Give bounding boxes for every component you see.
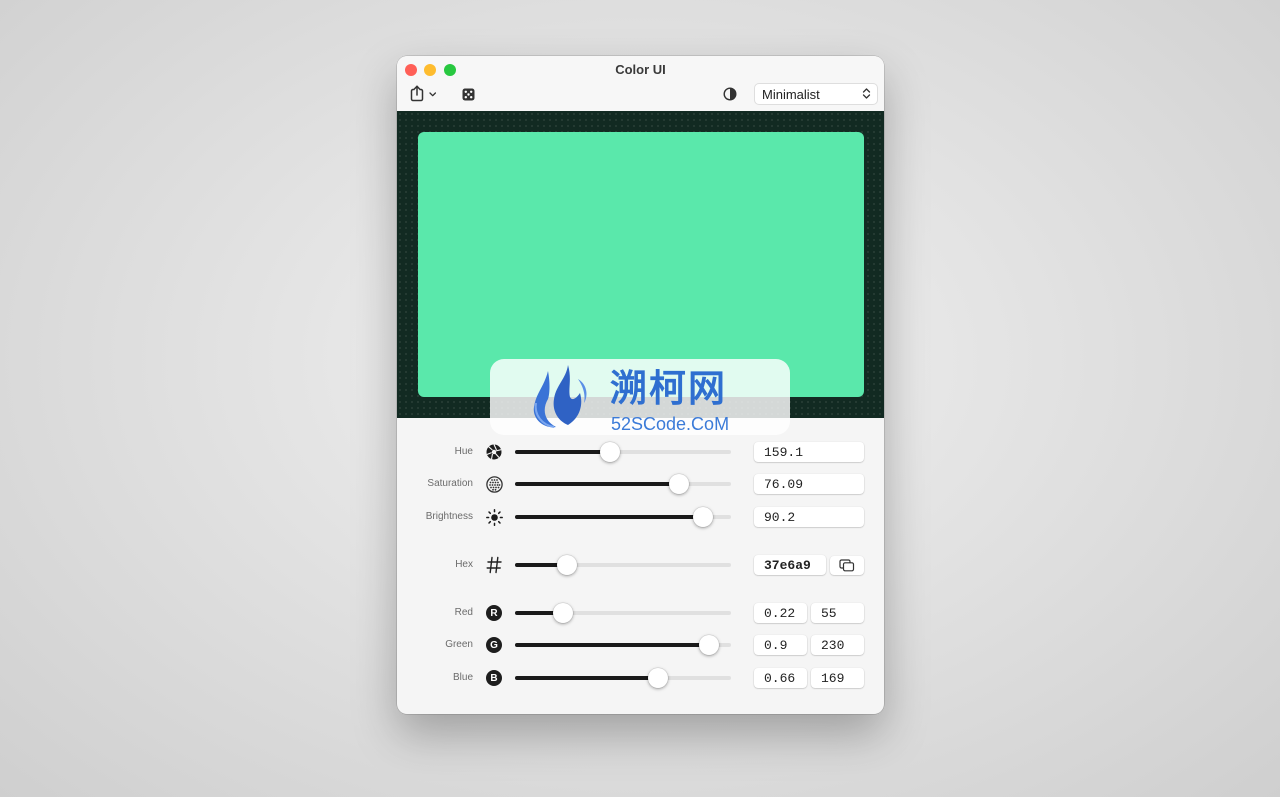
flame-logo-icon bbox=[533, 365, 587, 428]
blue-slider-fill bbox=[515, 676, 658, 680]
color-swatch bbox=[418, 132, 864, 397]
share-menu-button[interactable] bbox=[410, 85, 440, 103]
hex-slider-thumb[interactable] bbox=[556, 555, 577, 575]
hue-value-field[interactable]: 159.1 bbox=[754, 442, 864, 462]
randomize-button[interactable] bbox=[461, 87, 475, 101]
red-badge-icon: R bbox=[486, 605, 502, 621]
blue-icon-wrap: B bbox=[485, 669, 503, 687]
watermark: 溯柯网 52SCode.CoM bbox=[490, 359, 790, 435]
style-select-value: Minimalist bbox=[762, 86, 820, 102]
brightness-label: Brightness bbox=[425, 511, 473, 522]
brightness-value-field[interactable]: 90.2 bbox=[754, 507, 864, 527]
aperture-icon bbox=[486, 444, 502, 460]
green-label: Green bbox=[445, 639, 473, 650]
contrast-icon bbox=[723, 87, 737, 101]
green-badge-icon: G bbox=[486, 637, 502, 653]
hue-slider[interactable] bbox=[515, 442, 731, 462]
saturation-value-field[interactable]: 76.09 bbox=[754, 474, 864, 494]
window-title: Color UI bbox=[615, 62, 666, 77]
red-icon-wrap: R bbox=[485, 604, 503, 622]
brightness-slider-fill bbox=[515, 515, 703, 519]
dice-icon bbox=[462, 88, 474, 100]
color-ui-window: Color UI Minimalist Hue 159.1 Saturation… bbox=[397, 56, 884, 714]
hex-value-field[interactable]: 37e6a9 bbox=[754, 555, 826, 575]
title-bar: Color UI Minimalist bbox=[397, 56, 884, 112]
green-value-field[interactable]: 230 bbox=[811, 635, 864, 655]
hue-slider-fill bbox=[515, 450, 611, 454]
share-icon bbox=[410, 85, 437, 102]
blue-value-field[interactable]: 169 bbox=[811, 668, 864, 688]
red-slider[interactable] bbox=[515, 603, 731, 623]
brightness-slider[interactable] bbox=[515, 507, 731, 527]
red-value-field[interactable]: 55 bbox=[811, 603, 864, 623]
hex-slider[interactable] bbox=[515, 555, 731, 575]
saturation-slider[interactable] bbox=[515, 474, 731, 494]
green-icon-wrap: G bbox=[485, 636, 503, 654]
saturation-icon-wrap bbox=[485, 475, 503, 493]
copy-hex-button[interactable] bbox=[830, 556, 864, 575]
dotted-circle-icon bbox=[485, 475, 503, 493]
blue-label: Blue bbox=[452, 672, 473, 683]
green-slider-fill bbox=[515, 643, 710, 647]
hue-icon-wrap bbox=[485, 443, 503, 461]
blue-badge-icon: B bbox=[486, 670, 502, 686]
watermark-subtitle: 52SCode.CoM bbox=[611, 414, 730, 434]
saturation-slider-thumb[interactable] bbox=[669, 474, 690, 494]
green-slider-thumb[interactable] bbox=[699, 635, 720, 655]
blue-fraction-field[interactable]: 0.66 bbox=[754, 668, 807, 688]
green-slider[interactable] bbox=[515, 635, 731, 655]
blue-slider[interactable] bbox=[515, 668, 731, 688]
appearance-toggle-button[interactable] bbox=[722, 86, 738, 102]
hue-slider-thumb[interactable] bbox=[600, 442, 621, 462]
red-label: Red bbox=[454, 607, 473, 618]
brightness-icon-wrap bbox=[485, 508, 503, 526]
brightness-slider-thumb[interactable] bbox=[692, 507, 713, 527]
hex-label: Hex bbox=[455, 559, 473, 570]
saturation-slider-fill bbox=[515, 482, 680, 486]
copy-icon bbox=[839, 559, 855, 572]
watermark-title: 溯柯网 bbox=[610, 368, 727, 409]
sun-icon bbox=[485, 508, 503, 526]
blue-slider-thumb[interactable] bbox=[647, 668, 668, 688]
chevron-up-down-icon bbox=[862, 88, 871, 99]
red-fraction-field[interactable]: 0.22 bbox=[754, 603, 807, 623]
style-select[interactable]: Minimalist bbox=[754, 83, 878, 105]
hex-icon-wrap bbox=[485, 556, 503, 574]
red-slider-thumb[interactable] bbox=[552, 603, 573, 623]
hash-icon bbox=[486, 556, 502, 574]
hue-label: Hue bbox=[454, 446, 473, 457]
green-fraction-field[interactable]: 0.9 bbox=[754, 635, 807, 655]
saturation-label: Saturation bbox=[427, 478, 473, 489]
